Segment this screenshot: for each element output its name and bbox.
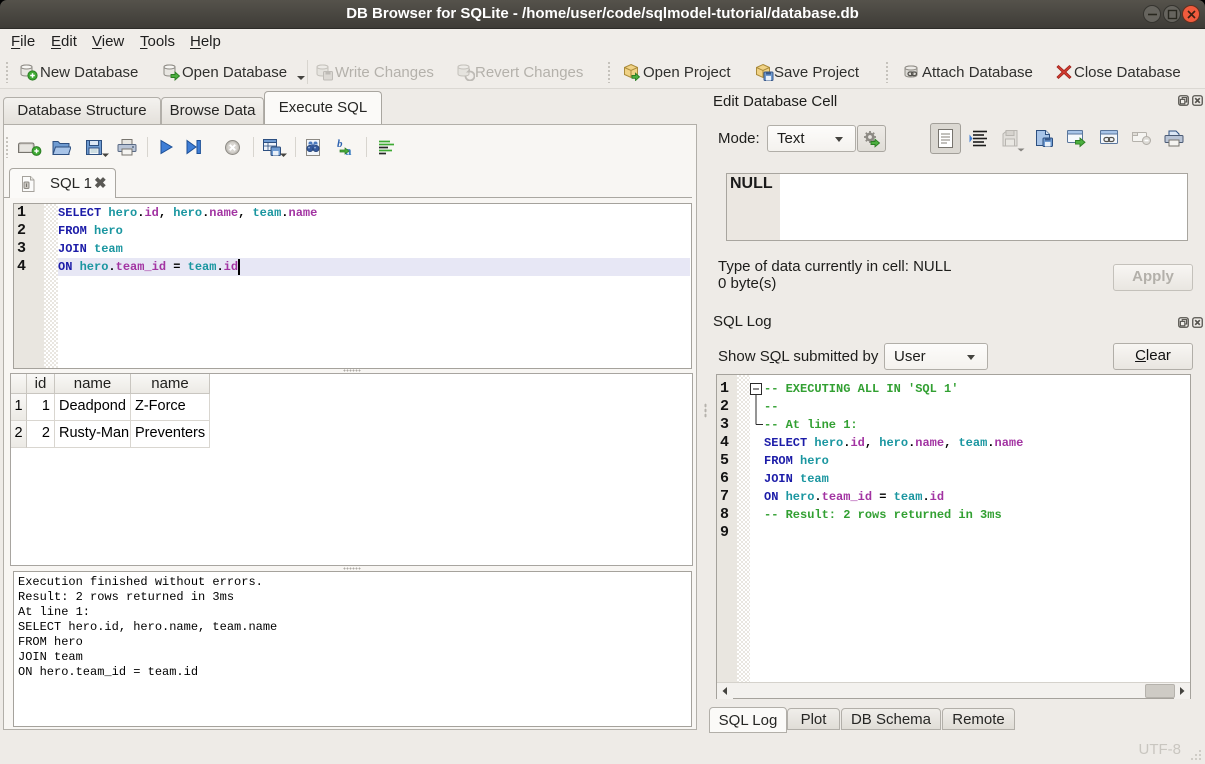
svg-text:b: b — [337, 138, 343, 150]
